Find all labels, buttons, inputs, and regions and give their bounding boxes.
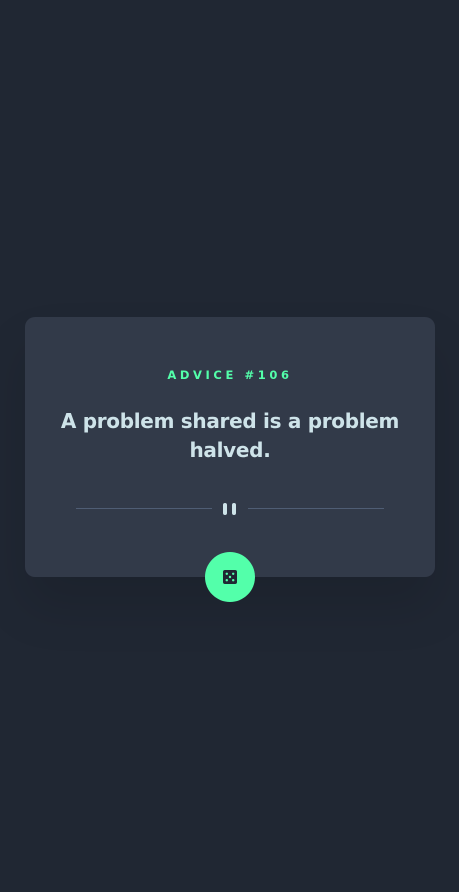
new-advice-button[interactable] (205, 552, 255, 602)
advice-card: ADVICE #106 A problem shared is a proble… (25, 317, 435, 577)
dice-icon (223, 570, 237, 584)
advice-id: ADVICE #106 (167, 368, 293, 382)
pause-icon (222, 503, 238, 515)
divider-line-left (76, 508, 212, 509)
divider (76, 502, 384, 516)
divider-line-right (248, 508, 384, 509)
advice-quote: A problem shared is a problem halved. (60, 409, 400, 462)
